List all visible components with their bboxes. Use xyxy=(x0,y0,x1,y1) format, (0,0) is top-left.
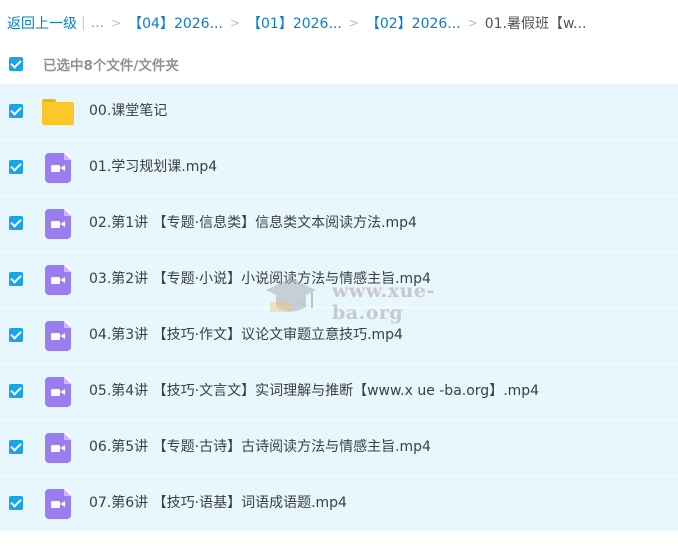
list-item[interactable]: 04.第3讲 【技巧·作文】议论文审题立意技巧.mp4 xyxy=(0,308,678,364)
list-item[interactable]: 06.第5讲 【专题·古诗】古诗阅读方法与情感主旨.mp4 xyxy=(0,420,678,476)
breadcrumb-item[interactable]: 【04】2026... xyxy=(128,13,223,33)
file-name[interactable]: 06.第5讲 【专题·古诗】古诗阅读方法与情感主旨.mp4 xyxy=(89,420,431,475)
row-checkbox[interactable] xyxy=(9,104,23,118)
list-item[interactable]: 07.第6讲 【技巧·语基】词语成语题.mp4 xyxy=(0,476,678,532)
select-all-checkbox[interactable] xyxy=(9,57,23,71)
breadcrumb-item[interactable]: 【01】2026... xyxy=(247,13,342,33)
file-name[interactable]: 00.课堂笔记 xyxy=(89,84,167,139)
video-file-icon xyxy=(42,265,74,295)
breadcrumb-ellipsis[interactable]: ... xyxy=(91,15,104,31)
list-item[interactable]: 01.学习规划课.mp4 xyxy=(0,140,678,196)
row-checkbox[interactable] xyxy=(9,216,23,230)
file-name[interactable]: 03.第2讲 【专题·小说】小说阅读方法与情感主旨.mp4 xyxy=(89,252,431,307)
file-name[interactable]: 04.第3讲 【技巧·作文】议论文审题立意技巧.mp4 xyxy=(89,308,403,363)
chevron-right-icon: > xyxy=(111,16,122,30)
chevron-right-icon: > xyxy=(467,16,478,30)
video-file-icon xyxy=(42,321,74,351)
file-name[interactable]: 05.第4讲 【技巧·文言文】实词理解与推断【www.x ue -ba.org】… xyxy=(89,364,539,419)
list-item[interactable]: 05.第4讲 【技巧·文言文】实词理解与推断【www.x ue -ba.org】… xyxy=(0,364,678,420)
back-link[interactable]: 返回上一级 xyxy=(7,13,77,33)
file-list: 00.课堂笔记 01.学习规划课.mp4 02.第1讲 【专题·信息类】信息类文… xyxy=(0,84,678,532)
file-name[interactable]: 01.学习规划课.mp4 xyxy=(89,140,217,195)
row-checkbox[interactable] xyxy=(9,272,23,286)
row-checkbox[interactable] xyxy=(9,328,23,342)
row-checkbox[interactable] xyxy=(9,160,23,174)
video-file-icon xyxy=(42,153,74,183)
file-name[interactable]: 02.第1讲 【专题·信息类】信息类文本阅读方法.mp4 xyxy=(89,196,417,251)
selection-bar: 已选中8个文件/文件夹 xyxy=(0,48,678,80)
row-checkbox[interactable] xyxy=(9,440,23,454)
selection-count: 已选中8个文件/文件夹 xyxy=(43,58,179,74)
list-item[interactable]: 00.课堂笔记 xyxy=(0,84,678,140)
breadcrumb: 返回上一级 | ... > 【04】2026... > 【01】2026... … xyxy=(7,12,675,34)
row-checkbox[interactable] xyxy=(9,496,23,510)
row-checkbox[interactable] xyxy=(9,384,23,398)
breadcrumb-item[interactable]: 【02】2026... xyxy=(366,13,461,33)
video-file-icon xyxy=(42,377,74,407)
chevron-right-icon: > xyxy=(348,16,359,30)
video-file-icon xyxy=(42,209,74,239)
breadcrumb-current: 01.暑假班【w... xyxy=(484,16,587,32)
video-file-icon xyxy=(42,489,74,519)
list-item[interactable]: 03.第2讲 【专题·小说】小说阅读方法与情感主旨.mp4 xyxy=(0,252,678,308)
breadcrumb-divider: | xyxy=(81,15,86,31)
chevron-right-icon: > xyxy=(229,16,240,30)
file-name[interactable]: 07.第6讲 【技巧·语基】词语成语题.mp4 xyxy=(89,476,347,531)
video-file-icon xyxy=(42,433,74,463)
folder-icon xyxy=(42,97,74,127)
list-item[interactable]: 02.第1讲 【专题·信息类】信息类文本阅读方法.mp4 xyxy=(0,196,678,252)
